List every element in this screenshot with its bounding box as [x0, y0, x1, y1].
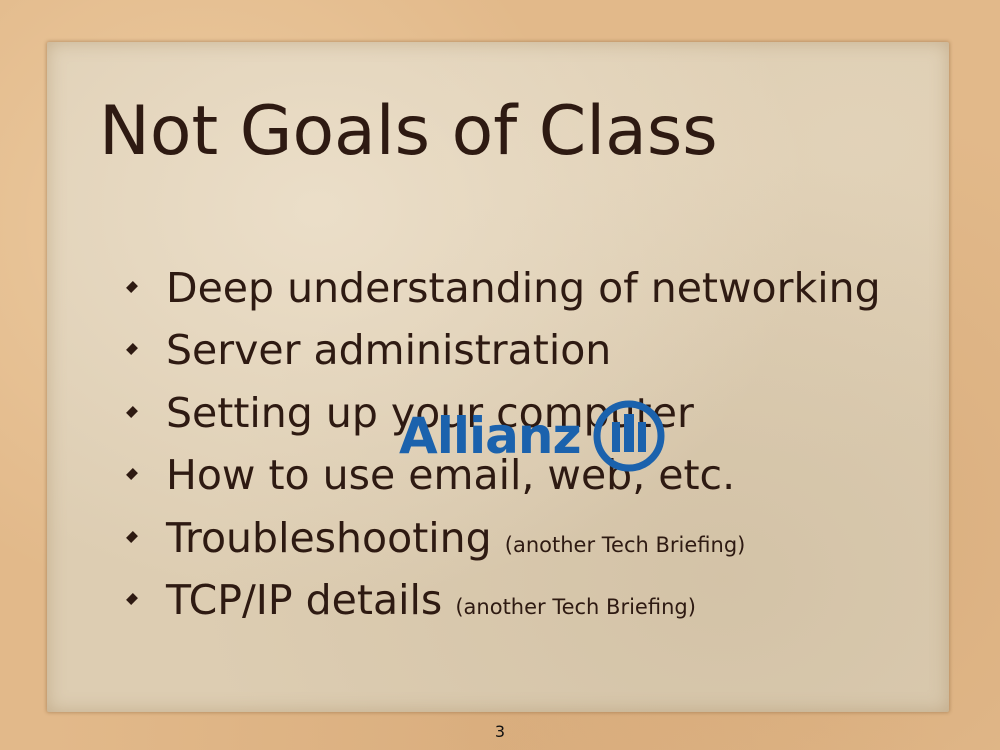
bullet-note: (another Tech Briefing) — [455, 594, 696, 619]
bullet-item: TCP/IP details (another Tech Briefing) — [120, 569, 881, 631]
diamond-bullet-icon — [126, 343, 138, 356]
diamond-bullet-icon — [126, 593, 138, 605]
logo-wordmark: Allianz — [399, 407, 582, 465]
bullet-item: Troubleshooting (another Tech Briefing) — [120, 507, 881, 569]
bullet-text: Deep understanding of networking — [166, 264, 881, 312]
diamond-bullet-icon — [126, 281, 138, 293]
bullet-text: TCP/IP details — [166, 575, 443, 624]
bullet-text: Server administration — [166, 326, 612, 375]
bullet-item: Server administration — [120, 319, 881, 381]
bullet-text: Troubleshooting — [166, 513, 492, 562]
page-number: 3 — [494, 722, 506, 741]
bullet-item: Deep understanding of networking — [120, 257, 881, 319]
allianz-eagle-icon — [593, 400, 665, 472]
diamond-bullet-icon — [126, 530, 138, 543]
diamond-bullet-icon — [126, 468, 138, 481]
diamond-bullet-icon — [126, 405, 138, 418]
allianz-logo: Allianz — [399, 400, 667, 472]
slide-title: Not Goals of Class — [99, 92, 718, 171]
bullet-note: (another Tech Briefing) — [504, 532, 746, 557]
